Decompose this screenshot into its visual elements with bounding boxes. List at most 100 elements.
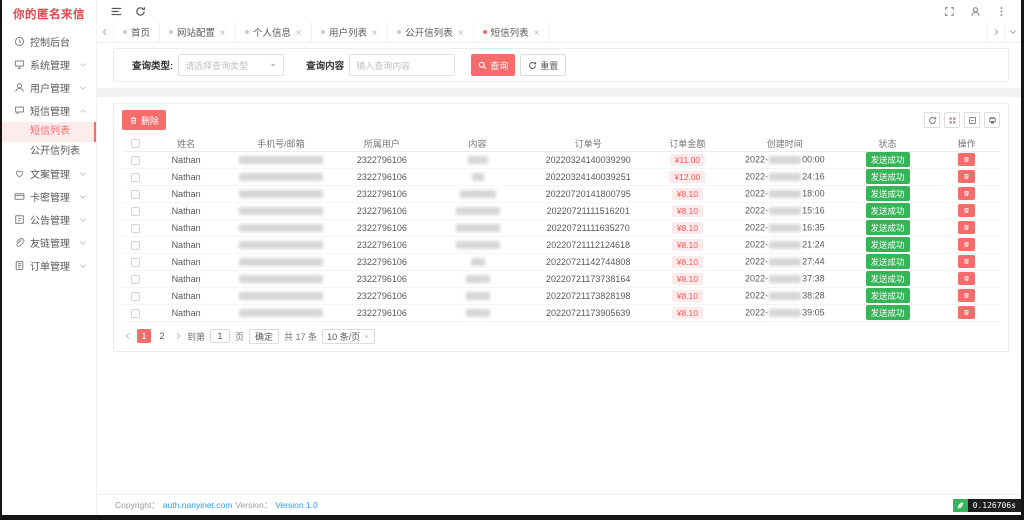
tabs-scroll-left-icon[interactable] [97,22,114,42]
per-page-select[interactable]: 10 条/页 [322,329,375,344]
sidebar-item-orders[interactable]: 订单管理 [2,254,96,277]
row-checkbox[interactable] [131,190,140,199]
sidebar-item-friend-links[interactable]: 友链管理 [2,231,96,254]
row-delete-button[interactable] [958,238,975,251]
column-header: 所属用户 [338,136,426,151]
sidebar-item-announcements[interactable]: 公告管理 [2,208,96,231]
avatar-icon[interactable] [970,6,981,17]
tab-profile[interactable]: 个人信息 [236,22,312,42]
blurred-phone [239,292,323,300]
row-delete-button[interactable] [958,306,975,319]
order-no-cell: 20220721173905639 [529,304,647,321]
confirm-page-button[interactable]: 确定 [249,329,279,344]
sidebar-item-label: 用户管理 [30,80,79,95]
status-cell: 发送成功 [842,304,933,321]
time-cell: 2022-21:24 [728,236,842,253]
row-delete-button[interactable] [958,289,975,302]
delete-button-label: 删除 [141,114,159,127]
tab-sms-list[interactable]: 短信列表 [474,22,550,42]
thinkphp-leaf-icon[interactable] [953,499,968,512]
tab-site-config[interactable]: 网站配置 [160,22,236,42]
table-panel: 删除 姓名手机号/邮箱所属用户内容订单号订单金额创建时间状态操作 Nathan [113,103,1009,352]
row-checkbox[interactable] [131,224,140,233]
tab-public-letter-list[interactable]: 公开信列表 [388,22,474,42]
blurred-content [472,173,484,181]
row-checkbox[interactable] [131,292,140,301]
trash-icon [963,241,970,248]
row-checkbox[interactable] [131,241,140,250]
delete-button[interactable]: 删除 [122,110,166,130]
tab-user-list[interactable]: 用户列表 [312,22,388,42]
row-checkbox[interactable] [131,309,140,318]
chevron-down-icon [79,262,87,270]
row-delete-button[interactable] [958,153,975,166]
app-window: 你的匿名来信 控制后台 系统管理 用户管理 短信管理 短信列表 公开信列表 文案… [2,0,1021,515]
tool-refresh-icon[interactable] [924,112,940,128]
close-icon[interactable] [533,29,540,36]
page-button-2[interactable]: 2 [155,329,169,343]
reset-button[interactable]: 重置 [520,54,566,76]
table-row: Nathan 2322796106 20220324140039290 ¥11.… [122,151,1000,168]
tabs-menu-icon[interactable] [1004,22,1021,42]
row-checkbox[interactable] [131,275,140,284]
menu-fold-icon[interactable] [111,6,122,17]
copyright-label: Copyright： [115,499,160,511]
amount-badge: ¥8.10 [672,307,703,319]
close-icon[interactable] [219,29,226,36]
select-all-checkbox[interactable] [131,139,140,148]
tab-home[interactable]: 首页 [114,22,160,42]
search-content-input[interactable]: 输入查询内容 [349,54,455,76]
version-link[interactable]: Version 1.0 [275,500,318,510]
fullscreen-icon[interactable] [944,6,955,17]
trash-icon [963,292,970,299]
search-button[interactable]: 查询 [471,54,515,76]
amount-cell: ¥8.10 [647,236,728,253]
sidebar-subitem-label: 公开信列表 [30,146,80,157]
search-type-select[interactable]: 请选择查询类型 [178,54,284,76]
sidebar-item-dashboard[interactable]: 控制后台 [2,30,96,53]
sidebar-item-label: 文案管理 [30,166,79,181]
close-icon[interactable] [457,29,464,36]
row-delete-button[interactable] [958,221,975,234]
tabs-scroll-right-icon[interactable] [987,22,1004,42]
sidebar-item-card-keys[interactable]: 卡密管理 [2,185,96,208]
page-button-1[interactable]: 1 [137,329,151,343]
row-checkbox[interactable] [131,207,140,216]
row-checkbox[interactable] [131,258,140,267]
next-page-icon[interactable] [174,332,182,340]
sidebar-subitem-sms-list[interactable]: 短信列表 [2,122,96,142]
prev-page-icon[interactable] [124,332,132,340]
page-unit-label: 页 [235,330,244,343]
sidebar-item-copywriting[interactable]: 文案管理 [2,162,96,185]
row-delete-button[interactable] [958,272,975,285]
row-checkbox[interactable] [131,156,140,165]
row-delete-button[interactable] [958,187,975,200]
phone-cell [224,304,338,321]
row-delete-button[interactable] [958,170,975,183]
search-icon [478,61,487,70]
sidebar-item-users[interactable]: 用户管理 [2,76,96,99]
owner-cell: 2322796106 [338,202,426,219]
tool-export-icon[interactable] [964,112,980,128]
page-input[interactable]: 1 [210,329,230,343]
owner-cell: 2322796106 [338,253,426,270]
refresh-icon[interactable] [135,6,146,17]
site-link[interactable]: auth.nanyinet.com [163,500,232,510]
action-cell [933,168,1000,185]
close-icon[interactable] [371,29,378,36]
trash-icon [963,258,970,265]
name-cell: Nathan [148,185,224,202]
sidebar-item-sms[interactable]: 短信管理 [2,99,96,122]
tool-columns-icon[interactable] [944,112,960,128]
row-delete-button[interactable] [958,255,975,268]
row-checkbox[interactable] [131,173,140,182]
more-dots-icon[interactable] [996,6,1007,17]
sidebar-item-system[interactable]: 系统管理 [2,53,96,76]
tool-print-icon[interactable] [984,112,1000,128]
sidebar-subitem-public-letter-list[interactable]: 公开信列表 [2,142,96,162]
tab-dot-icon [483,30,487,34]
sidebar-item-label: 卡密管理 [30,189,79,204]
owner-cell: 2322796106 [338,287,426,304]
row-delete-button[interactable] [958,204,975,217]
close-icon[interactable] [295,29,302,36]
